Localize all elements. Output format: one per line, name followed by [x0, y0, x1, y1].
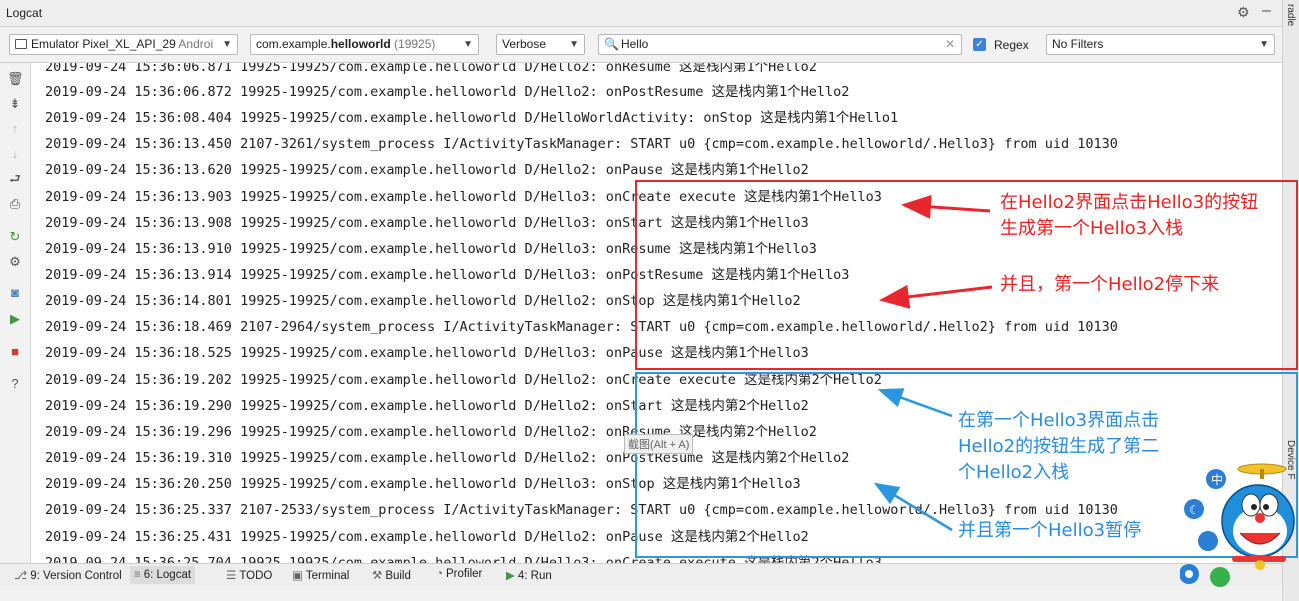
version-control-icon: ⎇ — [14, 570, 28, 582]
filter-selector[interactable]: No Filters ▼ — [1046, 34, 1275, 55]
process-prefix: com.example. — [256, 37, 331, 51]
window-title: Logcat — [6, 6, 43, 20]
regex-label: Regex — [994, 38, 1029, 52]
log-line: 2019-09-24 15:36:13.620 19925-19925/com.… — [45, 162, 809, 178]
screen-record-icon[interactable]: ▶ — [7, 311, 23, 327]
screenshot-tooltip: 截图(Alt + A) — [624, 434, 694, 454]
process-pid: (19925) — [390, 37, 436, 51]
logcat-title-bar: Logcat ⚙ – — [0, 0, 1282, 27]
trash-icon[interactable]: 🗑 — [7, 71, 24, 87]
device-name: Emulator Pixel_XL_API_29 — [31, 37, 176, 51]
run-icon: ▶ — [506, 570, 515, 582]
log-level-value: Verbose — [502, 37, 547, 51]
red-annotation-note: 并且，第一个Hello2停下来 — [1000, 274, 1220, 295]
build-icon: ⚒ — [372, 570, 383, 582]
restart-icon[interactable]: ↻ — [7, 229, 23, 245]
print-icon[interactable]: ⎙ — [7, 196, 23, 212]
chevron-down-icon: ▼ — [1259, 39, 1269, 50]
red-annotation-note: 在Hello2界面点击Hello3的按钮 生成第一个Hello3入栈 — [1000, 192, 1259, 239]
blue-annotation-note: 在第一个Hello3界面点击 Hello2的按钮生成了第二 个Hello2入栈 — [958, 410, 1160, 483]
tab-profiler[interactable]: ◔ Profiler — [436, 568, 482, 580]
blue-annotation-note: 并且第一个Hello3暂停 — [958, 520, 1142, 541]
log-line: 2019-09-24 15:36:06.872 19925-19925/com.… — [45, 84, 850, 100]
device-suffix: Androi — [175, 37, 214, 51]
tab-todo[interactable]: ☰ TODO — [226, 568, 272, 582]
checkbox-checked-icon: ✓ — [973, 38, 986, 51]
chevron-down-icon: ▼ — [569, 39, 579, 50]
stop-icon[interactable]: ■ — [7, 344, 23, 360]
gear-icon[interactable]: ⚙ — [1237, 4, 1250, 21]
tab-logcat[interactable]: ≡ 6: Logcat — [130, 566, 196, 584]
camera-icon[interactable]: ◙ — [7, 285, 23, 301]
profiler-icon: ◔ — [436, 568, 443, 580]
mascot-widget-image[interactable]: 中 ☾ — [1180, 455, 1299, 601]
arrow-down-icon[interactable]: ↓ — [7, 146, 23, 162]
process-name: helloworld — [330, 37, 391, 51]
search-input[interactable]: 🔍 Hello ✕ — [598, 34, 962, 55]
svg-text:☾: ☾ — [1189, 503, 1200, 517]
gradle-side-tab[interactable]: radle — [1285, 4, 1296, 26]
search-icon: 🔍 — [604, 37, 619, 51]
log-line: 2019-09-24 15:36:08.404 19925-19925/com.… — [45, 110, 899, 126]
tab-run[interactable]: ▶ 4: Run — [506, 568, 552, 582]
settings-icon[interactable]: ⚙ — [7, 254, 23, 270]
search-value: Hello — [620, 37, 649, 51]
arrow-up-icon[interactable]: ↑ — [7, 121, 23, 137]
svg-text:中: 中 — [1211, 472, 1223, 487]
logcat-side-toolbar: 🗑 ⇟ ↑ ↓ ⮐ ⎙ ↻ ⚙ ◙ ▶ ■ ? — [0, 63, 31, 563]
soft-wrap-icon[interactable]: ⮐ — [7, 171, 23, 187]
logcat-toolbar: Emulator Pixel_XL_API_29 Androi ▼ com.ex… — [0, 27, 1282, 63]
status-bar — [0, 586, 1282, 601]
device-selector[interactable]: Emulator Pixel_XL_API_29 Androi ▼ — [9, 34, 238, 55]
filter-value: No Filters — [1052, 37, 1104, 51]
terminal-icon: ▣ — [292, 570, 303, 582]
logcat-icon: ≡ — [134, 569, 141, 581]
log-line: 2019-09-24 15:36:06.871 19925-19925/com.… — [45, 63, 817, 75]
bottom-tool-bar: ⎇ 9: Version Control ≡ 6: Logcat ☰ TODO ▣ Te… — [0, 563, 1282, 586]
log-line: 2019-09-24 15:36:13.450 2107-3261/system… — [45, 136, 1118, 152]
chevron-down-icon: ▼ — [463, 39, 473, 50]
help-icon[interactable]: ? — [7, 376, 23, 392]
process-selector[interactable]: com.example.helloworld (19925) ▼ — [250, 34, 479, 55]
minimize-icon[interactable]: – — [1262, 2, 1271, 20]
device-icon — [15, 39, 27, 49]
clear-icon[interactable]: ✕ — [945, 35, 955, 54]
log-level-selector[interactable]: Verbose ▼ — [496, 34, 585, 55]
tab-terminal[interactable]: ▣ Terminal — [292, 568, 349, 582]
scroll-to-end-icon[interactable]: ⇟ — [7, 96, 23, 112]
chevron-down-icon: ▼ — [222, 39, 232, 50]
tab-version-control[interactable]: ⎇ 9: Version Control — [14, 568, 122, 582]
tab-build[interactable]: ⚒ Build — [372, 568, 411, 582]
todo-icon: ☰ — [226, 570, 237, 582]
